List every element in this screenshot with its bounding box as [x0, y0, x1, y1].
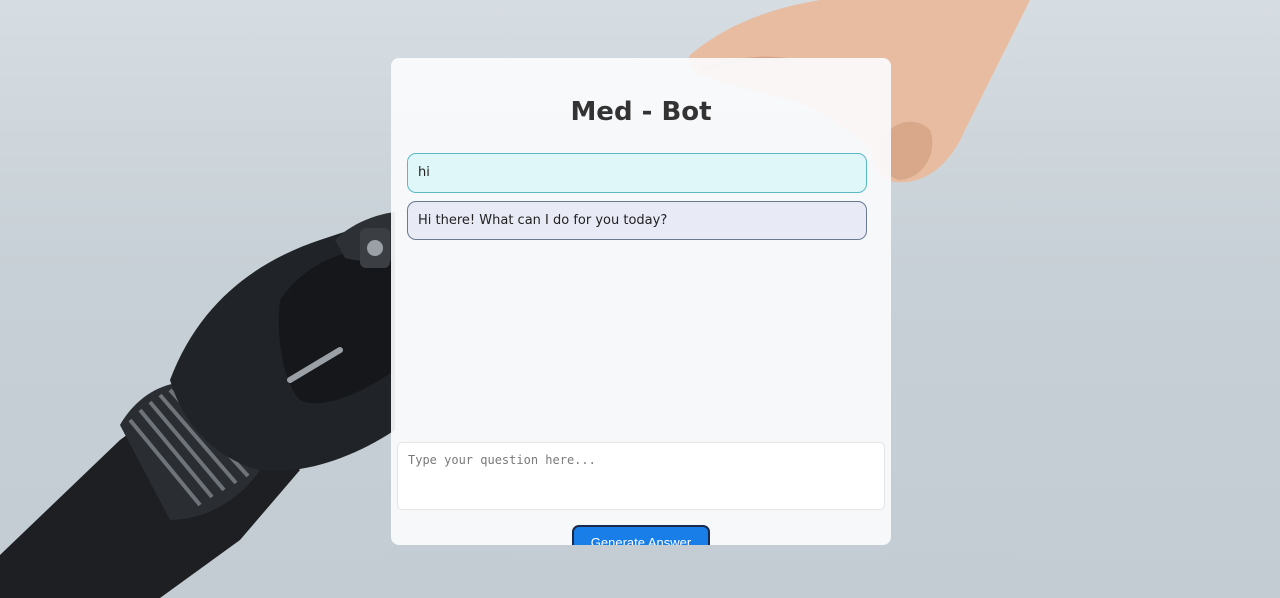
- chat-messages: hi Hi there! What can I do for you today…: [407, 153, 867, 248]
- robot-arm-illustration: [0, 212, 395, 598]
- user-message: hi: [407, 153, 867, 193]
- generate-answer-button[interactable]: Generate Answer: [572, 525, 710, 545]
- page-title: Med - Bot: [570, 97, 712, 127]
- chat-card: Med - Bot hi Hi there! What can I do for…: [391, 58, 891, 545]
- question-input[interactable]: [397, 442, 885, 510]
- bot-message: Hi there! What can I do for you today?: [407, 201, 867, 240]
